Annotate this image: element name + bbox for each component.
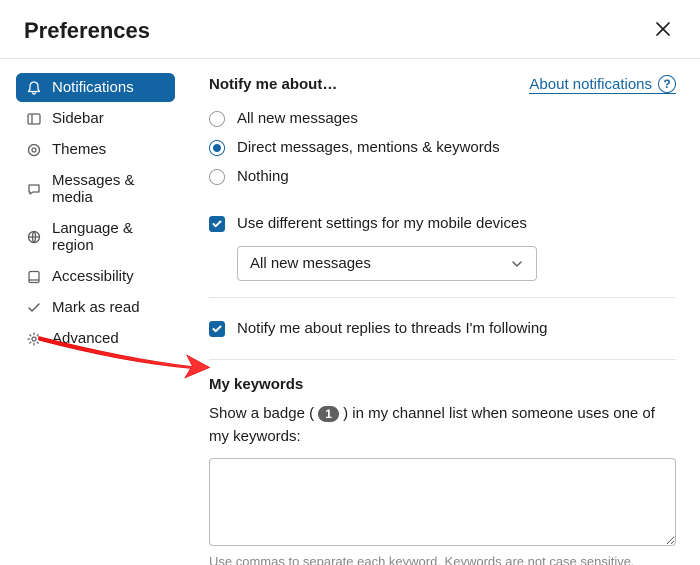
content-pane: Notify me about… About notifications ? A… [185,59,700,565]
dialog-body: Notifications Sidebar Themes Messages & … [0,59,700,565]
sidebar-item-sidebar[interactable]: Sidebar [16,104,175,133]
check-icon [26,300,42,316]
dialog-title: Preferences [24,18,150,44]
dialog-header: Preferences [0,0,700,59]
radio-nothing[interactable]: Nothing [209,162,676,191]
sidebar-item-label: Messages & media [52,172,165,206]
message-icon [26,181,42,197]
close-button[interactable] [650,16,676,46]
sidebar-item-label: Accessibility [52,268,134,285]
sidebar-item-label: Mark as read [52,299,140,316]
notify-header-row: Notify me about… About notifications ? [209,75,676,94]
sidebar-item-mark-as-read[interactable]: Mark as read [16,293,175,322]
sidebar-item-advanced[interactable]: Advanced [16,324,175,353]
help-link[interactable]: About notifications ? [529,75,676,94]
radio-icon [209,140,225,156]
checkbox-thread-replies[interactable]: Notify me about replies to threads I'm f… [209,314,676,343]
close-icon [654,20,672,38]
divider [209,359,676,360]
globe-icon [26,229,42,245]
radio-dm-mentions[interactable]: Direct messages, mentions & keywords [209,133,676,162]
sidebar-item-label: Language & region [52,220,165,254]
radio-label: All new messages [237,110,358,127]
sidebar-item-label: Themes [52,141,106,158]
sidebar-item-language-region[interactable]: Language & region [16,214,175,260]
badge-count-example: 1 [318,406,339,422]
checkbox-icon [209,216,225,232]
themes-icon [26,142,42,158]
help-link-label: About notifications [529,76,652,93]
sidebar-icon [26,111,42,127]
radio-all-messages[interactable]: All new messages [209,104,676,133]
sidebar-item-label: Sidebar [52,110,104,127]
checkbox-label: Use different settings for my mobile dev… [237,215,527,232]
notify-radio-group: All new messages Direct messages, mentio… [209,104,676,191]
preferences-dialog: Preferences Notifications Sidebar Themes [0,0,700,565]
accessibility-icon [26,269,42,285]
sidebar-item-accessibility[interactable]: Accessibility [16,262,175,291]
sidebar-item-messages-media[interactable]: Messages & media [16,166,175,212]
sidebar: Notifications Sidebar Themes Messages & … [0,59,185,565]
checkbox-label: Notify me about replies to threads I'm f… [237,320,548,337]
checkbox-icon [209,321,225,337]
sidebar-item-themes[interactable]: Themes [16,135,175,164]
radio-label: Direct messages, mentions & keywords [237,139,500,156]
keywords-title: My keywords [209,376,676,393]
chevron-down-icon [510,257,524,271]
divider [209,297,676,298]
checkbox-mobile-settings[interactable]: Use different settings for my mobile dev… [209,209,676,238]
radio-label: Nothing [237,168,289,185]
radio-icon [209,111,225,127]
gear-icon [26,331,42,347]
notify-title: Notify me about… [209,76,337,93]
help-icon: ? [658,75,676,93]
keywords-hint: Use commas to separate each keyword. Key… [209,554,676,565]
sidebar-item-notifications[interactable]: Notifications [16,73,175,102]
bell-icon [26,80,42,96]
mobile-notification-select[interactable]: All new messages [237,246,537,281]
select-value: All new messages [250,255,371,272]
keywords-input[interactable] [209,458,676,546]
sidebar-item-label: Notifications [52,79,134,96]
sidebar-item-label: Advanced [52,330,119,347]
keywords-description: Show a badge ( 1 ) in my channel list wh… [209,403,676,448]
radio-icon [209,169,225,185]
